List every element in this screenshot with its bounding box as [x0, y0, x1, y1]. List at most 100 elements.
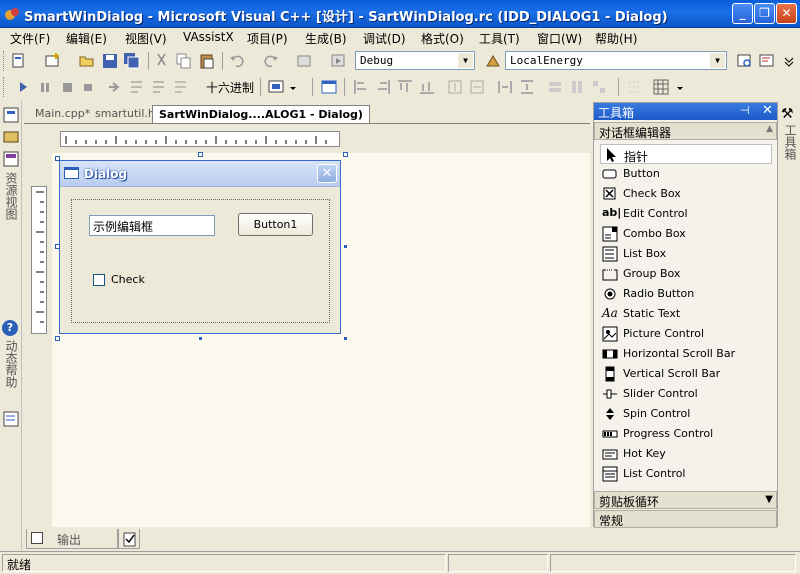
- breakpoints-icon[interactable]: [267, 78, 285, 96]
- configuration-combo[interactable]: Debug ▼: [355, 51, 475, 70]
- show-next-statement-icon[interactable]: [106, 78, 124, 96]
- resource-view-icon[interactable]: [2, 106, 20, 124]
- help-icon[interactable]: ?: [2, 320, 18, 336]
- menu-help[interactable]: 帮助(H): [595, 30, 637, 46]
- dialog-close-button[interactable]: ✕: [317, 164, 337, 183]
- hex-display-toggle[interactable]: 十六进制: [206, 79, 254, 96]
- resource-view-tab[interactable]: 资源视图: [3, 172, 20, 220]
- stop-icon[interactable]: [58, 78, 76, 96]
- menu-edit[interactable]: 编辑(E): [66, 30, 107, 46]
- maximize-button[interactable]: ❐: [754, 3, 775, 24]
- toolbox-section-clipboard-ring[interactable]: 剪贴板循环 ▼: [594, 491, 777, 509]
- save-all-icon[interactable]: [123, 52, 141, 70]
- add-item-icon[interactable]: [44, 52, 62, 70]
- menu-format[interactable]: 格式(O): [421, 30, 464, 46]
- tab-dialog-resource[interactable]: SartWinDialog....ALOG1 - Dialog): [152, 105, 370, 123]
- chevron-down-icon[interactable]: [288, 78, 298, 96]
- save-icon[interactable]: [101, 52, 119, 70]
- toolbox-item-slider-control[interactable]: Slider Control: [600, 384, 772, 404]
- make-same-size-icon[interactable]: [590, 78, 608, 96]
- toolbox-item-group-box[interactable]: Group Box: [600, 264, 772, 284]
- toolbox-item-combo-box[interactable]: Combo Box: [600, 224, 772, 244]
- solution-view-icon[interactable]: [2, 150, 20, 168]
- menu-vassistx[interactable]: VAssistX: [183, 30, 234, 46]
- menu-debug[interactable]: 调试(D): [363, 30, 406, 46]
- new-project-icon[interactable]: [10, 52, 28, 70]
- align-left-icon[interactable]: [352, 78, 370, 96]
- tab-main-cpp[interactable]: Main.cpp*: [29, 105, 96, 123]
- toolbar-grip[interactable]: [3, 77, 6, 97]
- toggle-grid-icon[interactable]: [652, 78, 670, 96]
- align-bottom-icon[interactable]: [418, 78, 436, 96]
- toolbox-item-picture-control[interactable]: Picture Control: [600, 324, 772, 344]
- start-icon[interactable]: [330, 52, 348, 70]
- close-icon[interactable]: ✕: [762, 103, 773, 118]
- make-same-height-icon[interactable]: [568, 78, 586, 96]
- dialog-preview[interactable]: Dialog ✕ 示例编辑框 Button1 Check: [59, 160, 341, 334]
- test-dialog-icon[interactable]: [320, 78, 338, 96]
- edit-control[interactable]: 示例编辑框: [89, 215, 215, 236]
- toolbox-item-hot-key[interactable]: Hot Key: [600, 444, 772, 464]
- toolbox-item-vertical-scroll-bar[interactable]: Vertical Scroll Bar: [600, 364, 772, 384]
- navigate-back-icon[interactable]: [296, 52, 314, 70]
- toolbox-item-check-box[interactable]: Check Box: [600, 184, 772, 204]
- vertical-ruler[interactable]: [31, 186, 47, 334]
- toolbox-item-button[interactable]: Button: [600, 164, 772, 184]
- make-same-width-icon[interactable]: [546, 78, 564, 96]
- restart-icon[interactable]: [80, 78, 98, 96]
- toolbox-item-static-text[interactable]: Aa Static Text: [600, 304, 772, 324]
- paste-icon[interactable]: [198, 52, 216, 70]
- dialog-title-bar[interactable]: Dialog ✕: [60, 161, 340, 187]
- toolbox-icon[interactable]: ⚒: [781, 106, 794, 122]
- toolbox-section-dialog-editor[interactable]: 对话框编辑器 ▲: [594, 122, 777, 140]
- toolbox-item-pointer[interactable]: 指针: [600, 144, 772, 164]
- center-horizontal-icon[interactable]: [468, 78, 486, 96]
- pause-icon[interactable]: [36, 78, 54, 96]
- resize-handle[interactable]: [343, 244, 348, 249]
- toolbox-item-horizontal-scroll-bar[interactable]: Horizontal Scroll Bar: [600, 344, 772, 364]
- toggle-guides-icon[interactable]: [626, 78, 644, 96]
- menu-build[interactable]: 生成(B): [305, 30, 347, 46]
- check-box[interactable]: [93, 274, 105, 286]
- menu-view[interactable]: 视图(V): [125, 30, 167, 46]
- task-list-tab[interactable]: [118, 529, 140, 549]
- dynamic-help-tab[interactable]: 动态帮助: [3, 340, 20, 388]
- step-into-icon[interactable]: [128, 78, 146, 96]
- toolbox-item-radio-button[interactable]: Radio Button: [600, 284, 772, 304]
- toolbox-side-tab[interactable]: 工具箱: [782, 124, 799, 160]
- output-tab[interactable]: 输出: [26, 529, 118, 549]
- properties-icon[interactable]: [2, 410, 20, 428]
- cut-icon[interactable]: [153, 52, 171, 70]
- toolbar-overflow-icon[interactable]: [782, 52, 796, 70]
- minimize-button[interactable]: _: [732, 3, 753, 24]
- copy-icon[interactable]: [175, 52, 193, 70]
- space-across-icon[interactable]: [496, 78, 514, 96]
- solution-explorer-icon[interactable]: [758, 52, 776, 70]
- resize-handle[interactable]: [198, 336, 203, 341]
- toolbox-item-edit-control[interactable]: ab| Edit Control: [600, 204, 772, 224]
- align-right-icon[interactable]: [374, 78, 392, 96]
- run-icon[interactable]: [14, 78, 32, 96]
- step-out-icon[interactable]: [172, 78, 190, 96]
- toolbar-grip[interactable]: [3, 51, 6, 71]
- resize-handle[interactable]: [343, 336, 348, 341]
- menu-project[interactable]: 项目(P): [247, 30, 288, 46]
- tab-smartutil-h[interactable]: smartutil.h: [89, 105, 161, 123]
- space-down-icon[interactable]: [518, 78, 536, 96]
- find-in-files-icon[interactable]: [736, 52, 754, 70]
- redo-icon[interactable]: [262, 52, 280, 70]
- horizontal-ruler[interactable]: [60, 131, 340, 147]
- class-view-icon[interactable]: [2, 128, 20, 146]
- menu-window[interactable]: 窗口(W): [537, 30, 582, 46]
- button1[interactable]: Button1: [238, 213, 313, 236]
- toolbox-item-progress-control[interactable]: Progress Control: [600, 424, 772, 444]
- toolbox-item-list-control[interactable]: List Control: [600, 464, 772, 484]
- toolbox-item-spin-control[interactable]: Spin Control: [600, 404, 772, 424]
- toolbox-section-general[interactable]: 常规: [594, 510, 777, 528]
- toolbox-item-list-box[interactable]: List Box: [600, 244, 772, 264]
- align-top-icon[interactable]: [396, 78, 414, 96]
- center-vertical-icon[interactable]: [446, 78, 464, 96]
- step-over-icon[interactable]: [150, 78, 168, 96]
- menu-tools[interactable]: 工具(T): [479, 30, 520, 46]
- open-icon[interactable]: [78, 52, 96, 70]
